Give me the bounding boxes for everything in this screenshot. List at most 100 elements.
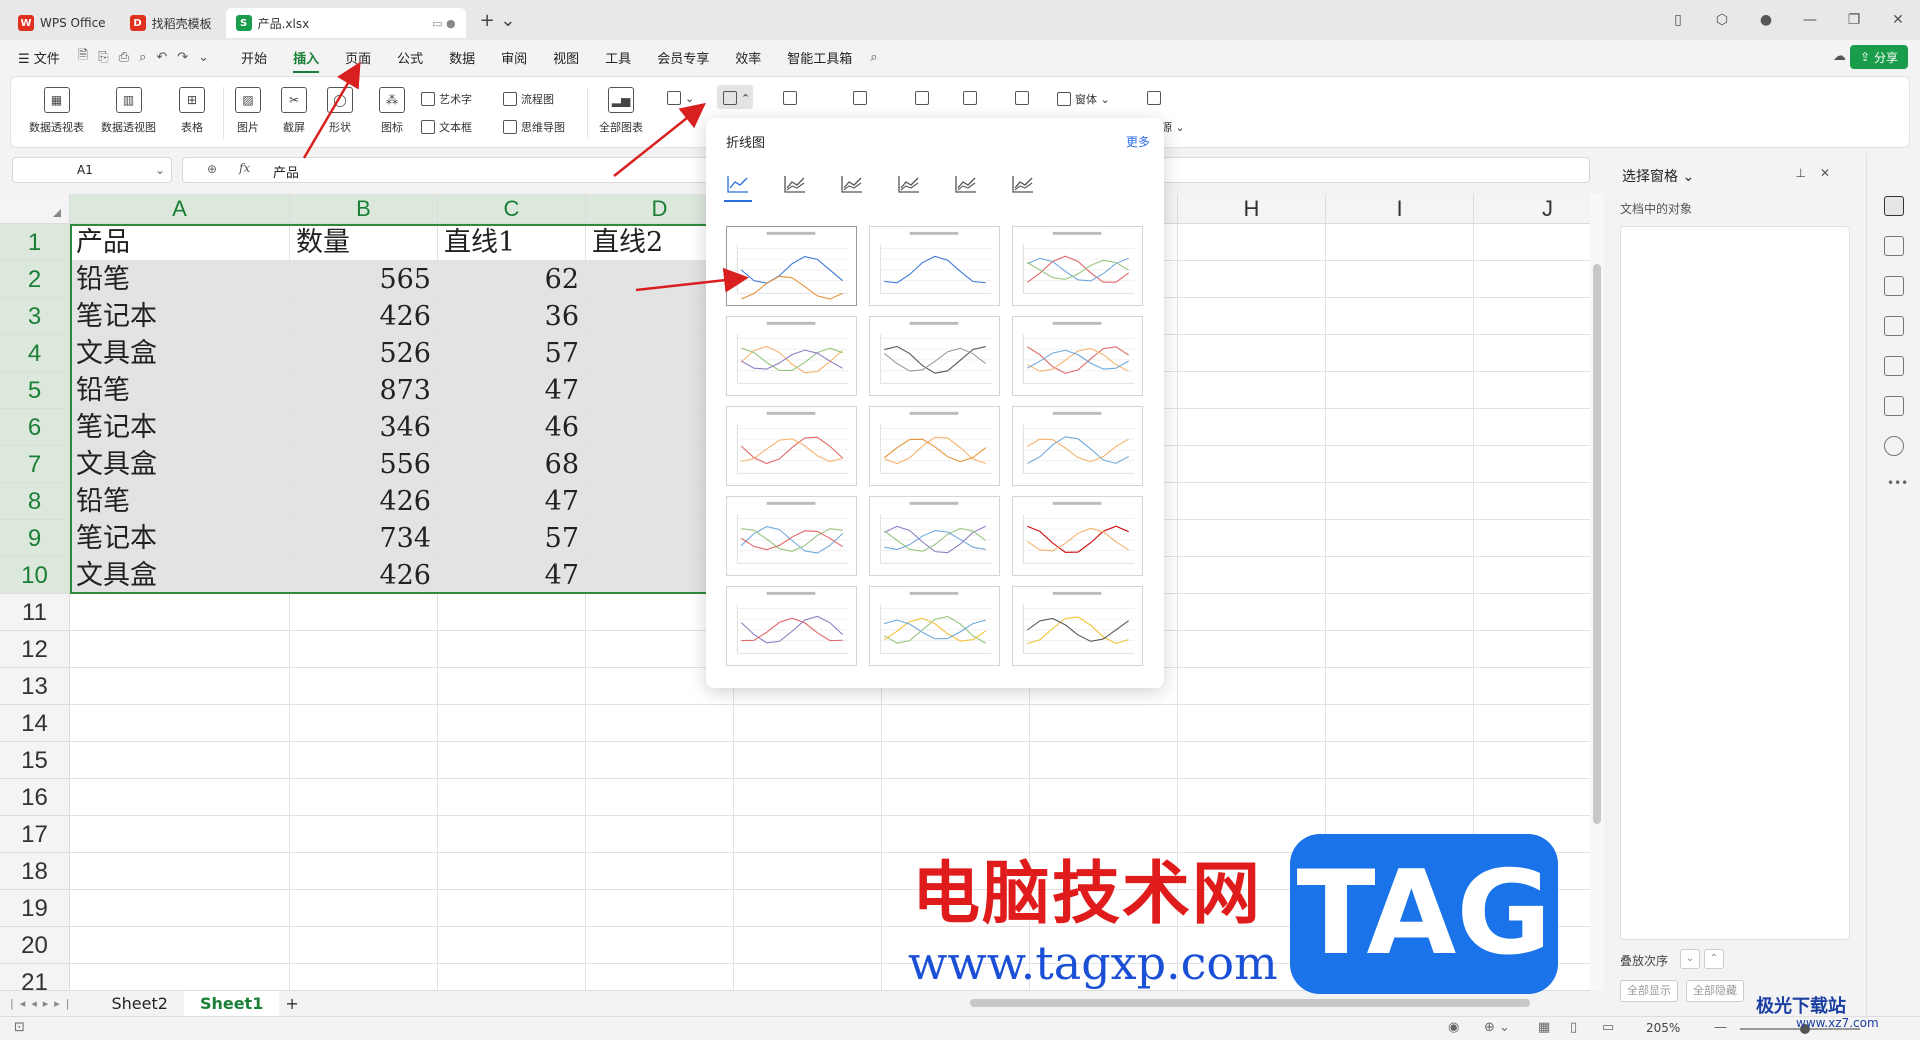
cell-j10[interactable]	[1474, 557, 1590, 594]
fx-icon[interactable]: fx	[239, 161, 250, 175]
row-header-13[interactable]: 13	[0, 668, 70, 705]
line-marker-icon[interactable]	[897, 174, 921, 194]
cell-j1[interactable]	[1474, 224, 1590, 261]
cell-f16[interactable]	[882, 779, 1030, 816]
cell-b6[interactable]: 346	[290, 409, 438, 446]
cell-c5[interactable]: 47	[438, 372, 586, 409]
table-button[interactable]: ⊞ 表格	[179, 87, 205, 135]
column-header-a[interactable]: A	[70, 194, 290, 224]
cell-c11[interactable]	[438, 594, 586, 631]
hide-all-button[interactable]: 全部隐藏	[1686, 980, 1744, 1002]
menu-view[interactable]: 视图	[553, 48, 579, 67]
cell-c18[interactable]	[438, 853, 586, 890]
cell-b13[interactable]	[290, 668, 438, 705]
tab-close-icon[interactable]: ▭ ●	[432, 17, 456, 30]
cell-e20[interactable]	[734, 927, 882, 964]
cell-b11[interactable]	[290, 594, 438, 631]
cell-i15[interactable]	[1326, 742, 1474, 779]
cell-j15[interactable]	[1474, 742, 1590, 779]
cell-a21[interactable]	[70, 964, 290, 990]
chart-template-thumb[interactable]	[1012, 406, 1143, 486]
cell-a6[interactable]: 笔记本	[70, 409, 290, 446]
row-header-3[interactable]: 3	[0, 298, 70, 335]
percent-line-icon[interactable]	[840, 174, 864, 194]
pane-title[interactable]: 选择窗格 ⌄	[1622, 166, 1694, 186]
cell-a2[interactable]: 铅笔	[70, 261, 290, 298]
cell-d18[interactable]	[586, 853, 734, 890]
icon-button[interactable]: ⁂ 图标	[379, 87, 405, 135]
cell-b4[interactable]: 526	[290, 335, 438, 372]
row-header-11[interactable]: 11	[0, 594, 70, 631]
cell-c16[interactable]	[438, 779, 586, 816]
cell-b9[interactable]: 734	[290, 520, 438, 557]
cell-f14[interactable]	[882, 705, 1030, 742]
row-header-10[interactable]: 10	[0, 557, 70, 594]
menu-formula[interactable]: 公式	[397, 48, 423, 67]
cell-b3[interactable]: 426	[290, 298, 438, 335]
cell-a4[interactable]: 文具盒	[70, 335, 290, 372]
cell-h14[interactable]	[1178, 705, 1326, 742]
chart-template-thumb[interactable]	[726, 226, 857, 306]
percent-line-marker-icon[interactable]	[1011, 174, 1035, 194]
cell-b21[interactable]	[290, 964, 438, 990]
undo-icon[interactable]: ↶	[156, 50, 167, 65]
menu-efficiency[interactable]: 效率	[735, 48, 761, 67]
normal-view-icon[interactable]: ▦	[1538, 1020, 1550, 1035]
show-all-button[interactable]: 全部显示	[1620, 980, 1678, 1002]
cell-j4[interactable]	[1474, 335, 1590, 372]
cell-b20[interactable]	[290, 927, 438, 964]
cell-a1[interactable]: 产品	[70, 224, 290, 261]
zoom-icon[interactable]: ⊕	[207, 162, 217, 176]
cell-e18[interactable]	[734, 853, 882, 890]
cell-j16[interactable]	[1474, 779, 1590, 816]
cell-a20[interactable]	[70, 927, 290, 964]
vertical-scrollbar[interactable]	[1590, 194, 1604, 990]
row-header-21[interactable]: 21	[0, 964, 70, 990]
row-header-9[interactable]: 9	[0, 520, 70, 557]
book-icon[interactable]	[1884, 396, 1904, 416]
cell-c9[interactable]: 57	[438, 520, 586, 557]
cell-i12[interactable]	[1326, 631, 1474, 668]
cell-c8[interactable]: 47	[438, 483, 586, 520]
menu-tools[interactable]: 工具	[605, 48, 631, 67]
row-header-20[interactable]: 20	[0, 927, 70, 964]
mindmap-button[interactable]: 思维导图	[503, 119, 565, 135]
cell-h9[interactable]	[1178, 520, 1326, 557]
cell-g15[interactable]	[1030, 742, 1178, 779]
layout-icon[interactable]: ▯	[1656, 12, 1700, 28]
row-header-15[interactable]: 15	[0, 742, 70, 779]
formula-insert-button[interactable]	[915, 91, 933, 105]
cell-a5[interactable]: 铅笔	[70, 372, 290, 409]
pivot-table-button[interactable]: ▦ 数据透视表	[29, 87, 84, 135]
screenshot-button[interactable]: ✂ 截屏	[281, 87, 307, 135]
cell-j8[interactable]	[1474, 483, 1590, 520]
cell-h15[interactable]	[1178, 742, 1326, 779]
column-header-h[interactable]: H	[1178, 194, 1326, 224]
share-button[interactable]: ⇪ 分享	[1850, 45, 1908, 69]
chart-template-thumb[interactable]	[869, 586, 1000, 666]
cell-d20[interactable]	[586, 927, 734, 964]
cell-b7[interactable]: 556	[290, 446, 438, 483]
cell-c21[interactable]	[438, 964, 586, 990]
more-icon[interactable]: •••	[1887, 476, 1908, 490]
chart-template-thumb[interactable]	[869, 496, 1000, 576]
quick-access-dropdown-icon[interactable]: ⌄	[198, 50, 209, 65]
cell-d21[interactable]	[586, 964, 734, 990]
export-icon[interactable]: ⎘	[98, 50, 108, 65]
menu-start[interactable]: 开始	[241, 48, 267, 67]
window-button[interactable]: 窗体 ⌄	[1057, 91, 1110, 107]
zoom-out-icon[interactable]: —	[1714, 1020, 1727, 1035]
move-up-button[interactable]: ⌃	[1704, 949, 1724, 969]
menu-data[interactable]: 数据	[449, 48, 475, 67]
close-button[interactable]: ✕	[1876, 12, 1920, 28]
cell-c17[interactable]	[438, 816, 586, 853]
chart-template-thumb[interactable]	[1012, 226, 1143, 306]
column-chart-dropdown[interactable]: ⌄	[667, 91, 694, 105]
cloud-icon[interactable]: ☁	[1833, 49, 1846, 64]
cell-b2[interactable]: 565	[290, 261, 438, 298]
cell-h10[interactable]	[1178, 557, 1326, 594]
cell-h5[interactable]	[1178, 372, 1326, 409]
sheet-tab-sheet1[interactable]: Sheet1	[183, 990, 280, 1017]
move-down-button[interactable]: ⌄	[1680, 949, 1700, 969]
cell-a18[interactable]	[70, 853, 290, 890]
